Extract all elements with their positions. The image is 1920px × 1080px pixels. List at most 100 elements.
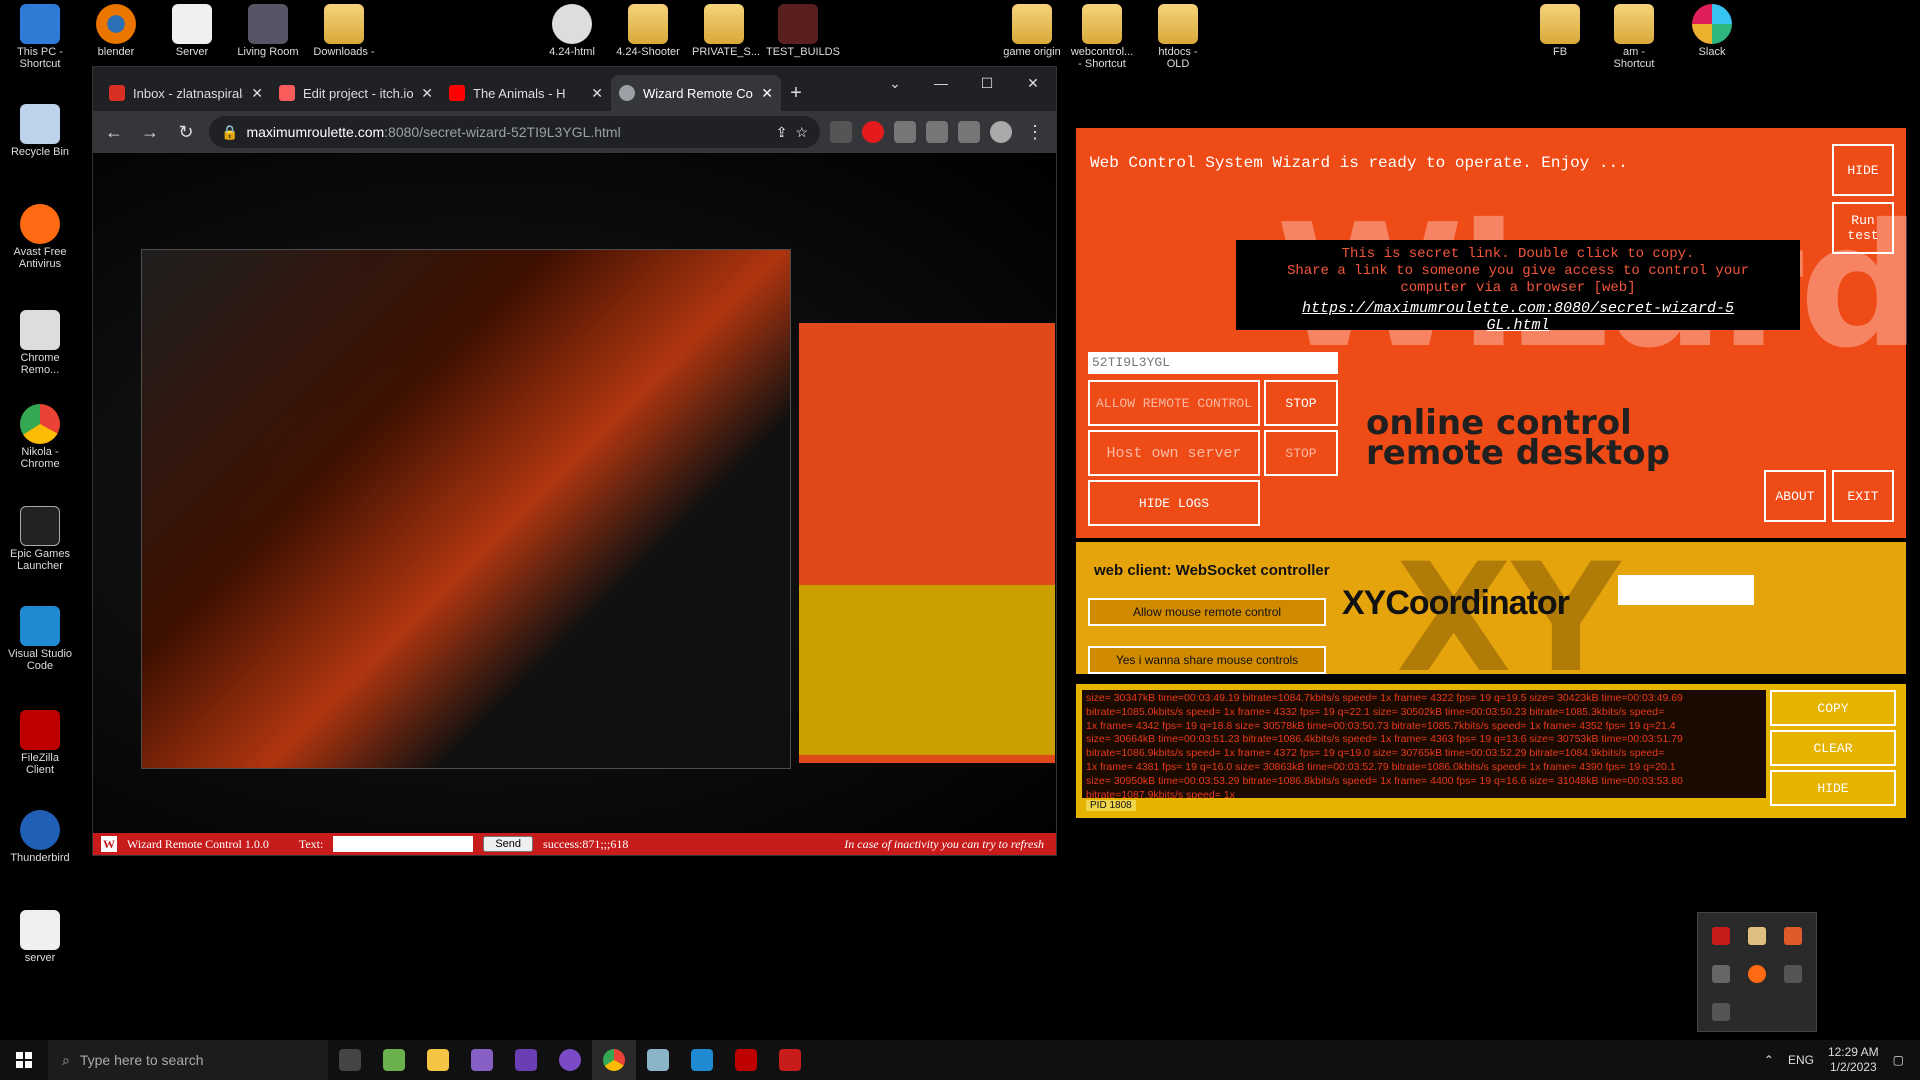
desktop-icon-4-24-html[interactable]: 4.24-html: [540, 4, 604, 58]
taskbar-visual-studio[interactable]: [460, 1040, 504, 1080]
desktop-icon-am[interactable]: am - Shortcut: [1602, 4, 1666, 70]
share-icon[interactable]: ⇪: [776, 124, 788, 141]
taskbar-chrome[interactable]: [592, 1040, 636, 1080]
avatar[interactable]: [990, 121, 1012, 143]
chrome-icon: [20, 404, 60, 444]
secret-link-box[interactable]: This is secret link. Double click to cop…: [1236, 240, 1800, 334]
desktop-icon-game-origin[interactable]: game origin: [1000, 4, 1064, 58]
taskbar-app-purple[interactable]: [548, 1040, 592, 1080]
stop-remote-button[interactable]: STOP: [1264, 380, 1338, 426]
tray-network-icon[interactable]: [1712, 965, 1730, 983]
close-icon[interactable]: ✕: [591, 85, 603, 102]
desktop-icon-test-builds[interactable]: TEST_BUILDS: [766, 4, 840, 58]
desktop-icon-4-24-shooter[interactable]: 4.24-Shooter: [616, 4, 680, 58]
new-tab-button[interactable]: +: [781, 75, 811, 111]
chevron-up-icon[interactable]: ⌃: [1764, 1053, 1774, 1067]
address-bar[interactable]: 🔒 maximumroulette.com:8080/secret-wizard…: [209, 116, 820, 148]
close-icon[interactable]: ✕: [421, 85, 433, 102]
taskbar-filezilla[interactable]: [724, 1040, 768, 1080]
adblock-icon[interactable]: [862, 121, 884, 143]
copy-button[interactable]: COPY: [1770, 690, 1896, 726]
send-button[interactable]: Send: [483, 836, 534, 852]
file-icon: [20, 910, 60, 950]
desktop-icon-webcontrol[interactable]: webcontrol... - Shortcut: [1070, 4, 1134, 70]
share-mouse-button[interactable]: Yes i wanna share mouse controls: [1088, 646, 1326, 674]
desktop-icon-blender[interactable]: blender: [84, 4, 148, 58]
taskbar-app-glass[interactable]: [636, 1040, 680, 1080]
media-icon[interactable]: [926, 121, 948, 143]
taskbar-app-cube[interactable]: [372, 1040, 416, 1080]
windows-icon: [16, 1052, 32, 1068]
maximize-button[interactable]: ☐: [964, 67, 1010, 99]
desktop-icon-thunderbird[interactable]: Thunderbird: [8, 810, 72, 864]
desktop-icon-server[interactable]: Server: [160, 4, 224, 58]
log-panel: size= 30347kB time=00:03:49.19 bitrate=1…: [1076, 684, 1906, 818]
tray-arrow-icon[interactable]: [1784, 927, 1802, 945]
wizard-logo-icon: W: [101, 836, 117, 852]
desktop-icon-server-file[interactable]: server: [8, 910, 72, 964]
desktop-icon-recycle-bin[interactable]: Recycle Bin: [8, 104, 72, 158]
puzzle-icon[interactable]: [894, 121, 916, 143]
hide-button[interactable]: HIDE: [1832, 144, 1894, 196]
taskbar-file-explorer[interactable]: [416, 1040, 460, 1080]
forward-button[interactable]: →: [137, 119, 163, 145]
minimize-button[interactable]: —: [918, 67, 964, 99]
tab-itch[interactable]: Edit project - itch.io ✕: [271, 75, 441, 111]
desktop-icon-fb[interactable]: FB: [1528, 4, 1592, 58]
desktop-icon-vscode[interactable]: Visual Studio Code: [8, 606, 72, 672]
menu-icon[interactable]: ⋮: [1022, 119, 1048, 145]
tab-youtube[interactable]: The Animals - H ✕: [441, 75, 611, 111]
back-button[interactable]: ←: [101, 119, 127, 145]
allow-mouse-button[interactable]: Allow mouse remote control: [1088, 598, 1326, 626]
clear-button[interactable]: CLEAR: [1770, 730, 1896, 766]
desktop-icon-living-room[interactable]: Living Room: [236, 4, 300, 58]
close-icon[interactable]: ✕: [761, 85, 773, 102]
tray-app-icon[interactable]: [1748, 927, 1766, 945]
recycle-bin-icon: [20, 104, 60, 144]
allow-remote-control-button[interactable]: ALLOW REMOTE CONTROL: [1088, 380, 1260, 426]
desktop-icon-private[interactable]: PRIVATE_S...: [692, 4, 760, 58]
wizard-tray-icon[interactable]: [1712, 927, 1730, 945]
code-field[interactable]: [1088, 352, 1338, 374]
task-view-button[interactable]: [328, 1040, 372, 1080]
extension-icon[interactable]: [830, 121, 852, 143]
speaker-icon[interactable]: [1712, 1003, 1730, 1021]
avast-tray-icon[interactable]: [1748, 965, 1766, 983]
desktop-icon-epic[interactable]: Epic Games Launcher: [8, 506, 72, 572]
log-output[interactable]: size= 30347kB time=00:03:49.19 bitrate=1…: [1082, 690, 1766, 798]
clock[interactable]: 12:29 AM 1/2/2023: [1828, 1045, 1879, 1075]
chevron-down-icon[interactable]: ⌄: [872, 67, 918, 99]
taskbar-vscode[interactable]: [680, 1040, 724, 1080]
close-icon[interactable]: ✕: [251, 85, 263, 102]
exit-button[interactable]: EXIT: [1832, 470, 1894, 522]
about-button[interactable]: ABOUT: [1764, 470, 1826, 522]
usb-icon[interactable]: [1784, 965, 1802, 983]
reload-button[interactable]: ↻: [173, 119, 199, 145]
run-test-button[interactable]: Run test: [1832, 202, 1894, 254]
stop-server-button[interactable]: STOP: [1264, 430, 1338, 476]
desktop-icon-slack[interactable]: Slack: [1680, 4, 1744, 58]
desktop-icon-avast[interactable]: Avast Free Antivirus: [8, 204, 72, 270]
desktop-icon-chrome-remote[interactable]: Chrome Remo...: [8, 310, 72, 376]
close-window-button[interactable]: ✕: [1010, 67, 1056, 99]
notification-icon[interactable]: ▢: [1893, 1053, 1904, 1067]
desktop-icon-htdocs-old[interactable]: htdocs - OLD: [1146, 4, 1210, 70]
host-own-server-button[interactable]: Host own server: [1088, 430, 1260, 476]
taskbar-visual-studio-2[interactable]: [504, 1040, 548, 1080]
nested-xy-panel: [799, 585, 1055, 755]
desktop-icon-filezilla[interactable]: FileZilla Client: [8, 710, 72, 776]
hide-log-button[interactable]: HIDE: [1770, 770, 1896, 806]
text-input[interactable]: [333, 836, 474, 852]
taskbar-wizard[interactable]: [768, 1040, 812, 1080]
tab-inbox[interactable]: Inbox - zlatnaspirala ✕: [101, 75, 271, 111]
tab-wizard[interactable]: Wizard Remote Con ✕: [611, 75, 781, 111]
start-button[interactable]: [0, 1040, 48, 1080]
desktop-icon-nikola-chrome[interactable]: Nikola - Chrome: [8, 404, 72, 470]
star-icon[interactable]: ☆: [795, 124, 808, 141]
sidebar-icon[interactable]: [958, 121, 980, 143]
desktop-icon-this-pc[interactable]: This PC - Shortcut: [8, 4, 72, 70]
taskbar-search[interactable]: ⌕ Type here to search: [48, 1040, 328, 1080]
hide-logs-button[interactable]: HIDE LOGS: [1088, 480, 1260, 526]
xy-input-field[interactable]: [1618, 575, 1754, 605]
desktop-icon-downloads[interactable]: Downloads -: [312, 4, 376, 58]
